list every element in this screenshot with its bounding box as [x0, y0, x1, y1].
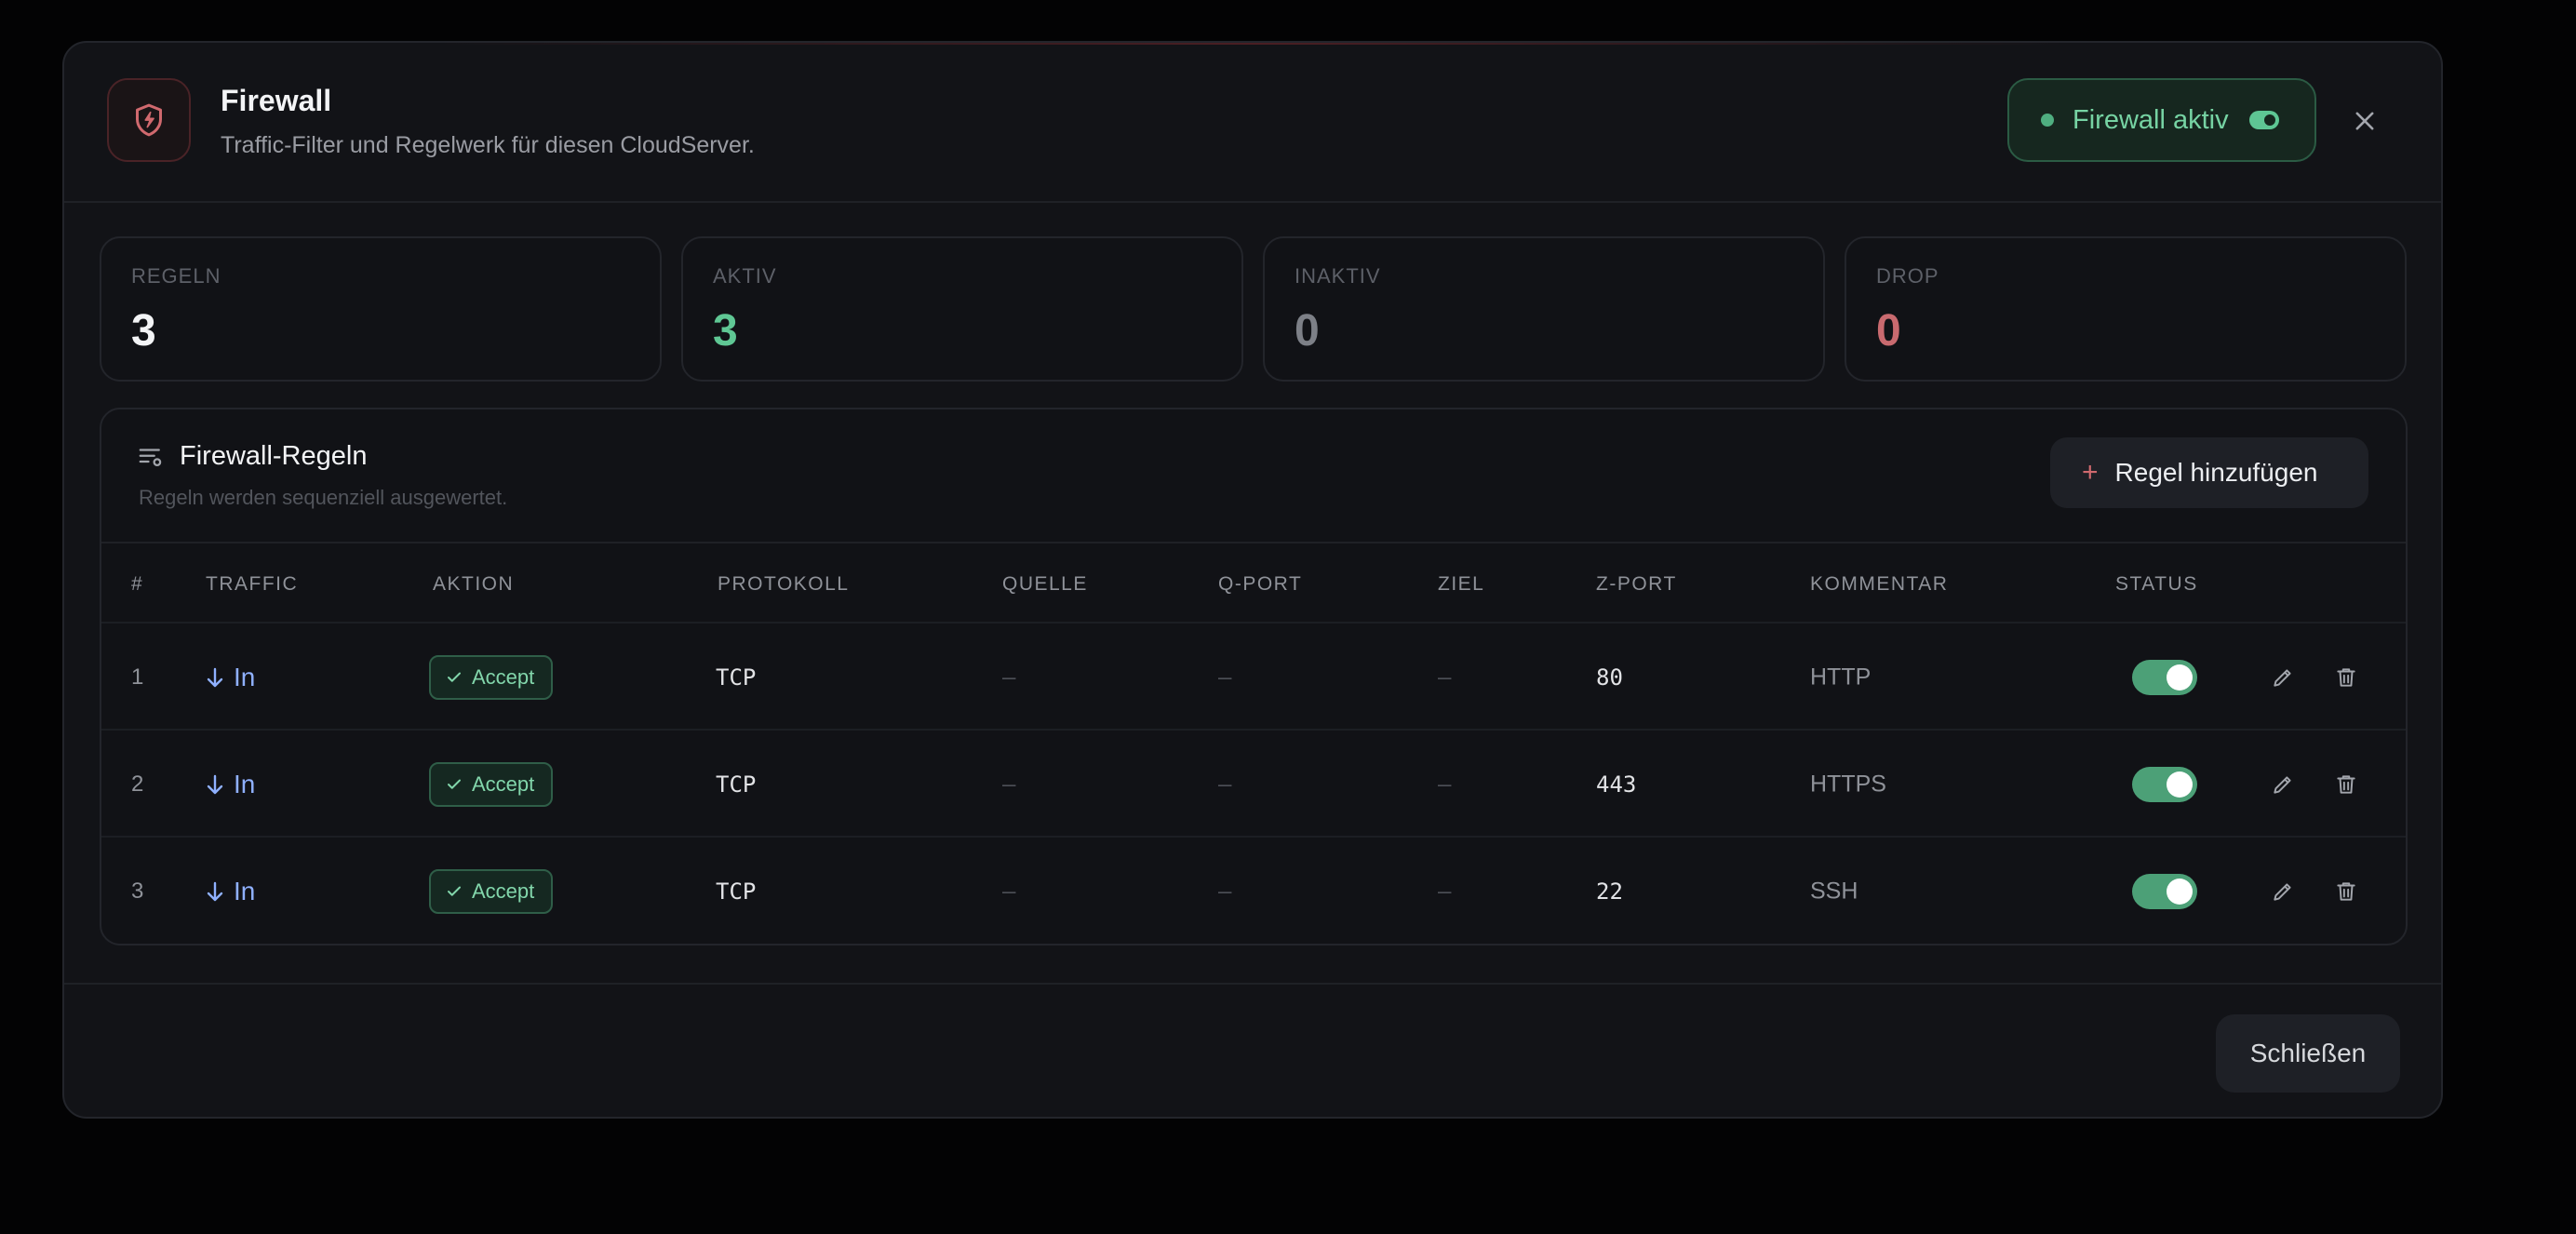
destination-cell: – — [1438, 771, 1452, 798]
rule-number: 2 — [131, 771, 144, 797]
column-header: AKTION — [433, 573, 515, 595]
column-header: ZIEL — [1438, 573, 1485, 595]
toggle-icon — [2248, 111, 2279, 129]
action-label: Accept — [472, 664, 535, 689]
traffic-label: In — [234, 769, 256, 798]
add-rule-label: Regel hinzufügen — [2114, 458, 2318, 487]
rule-status-toggle[interactable] — [2132, 873, 2197, 909]
trash-icon[interactable] — [2329, 768, 2363, 801]
dialog-title: Firewall — [221, 84, 332, 117]
table-row: 1 In Accept TCP – – – 80 HTTP — [101, 622, 2406, 731]
table-row: 2 In Accept TCP – – – 443 HTTPS — [101, 729, 2406, 838]
column-header: STATUS — [2115, 573, 2198, 595]
source-port-cell: – — [1218, 771, 1232, 798]
panel-subtitle: Regeln werden sequenziell ausgewertet. — [139, 486, 508, 509]
comment-cell: HTTP — [1810, 664, 1872, 690]
traffic-cell: In — [206, 877, 255, 906]
rule-status-toggle[interactable] — [2132, 766, 2197, 802]
firewall-rules-panel: Firewall-Regeln Regeln werden sequenziel… — [100, 408, 2408, 946]
column-header: PROTOKOLL — [718, 573, 850, 595]
stat-label: DROP — [1876, 264, 1939, 288]
destination-cell: – — [1438, 878, 1452, 905]
action-label: Accept — [472, 879, 535, 903]
action-label: Accept — [472, 771, 535, 796]
check-icon — [448, 886, 461, 896]
source-port-cell: – — [1218, 878, 1232, 905]
rule-number: 1 — [131, 664, 144, 690]
column-header: TRAFFIC — [206, 573, 299, 595]
dest-port-cell: 443 — [1596, 771, 1637, 798]
pencil-icon[interactable] — [2266, 661, 2300, 694]
column-header: Z-PORT — [1596, 573, 1677, 595]
column-header: KOMMENTAR — [1810, 573, 1949, 595]
dialog-header: Firewall Traffic-Filter und Regelwerk fü… — [64, 43, 2441, 203]
trash-icon[interactable] — [2329, 661, 2363, 694]
close-icon[interactable] — [2344, 101, 2385, 141]
traffic-label: In — [234, 662, 256, 691]
check-icon — [448, 779, 461, 789]
arrow-down-icon — [207, 881, 223, 901]
stat-card-drop: DROP 0 — [1845, 236, 2407, 382]
stat-label: AKTIV — [713, 264, 777, 288]
panel-title: Firewall-Regeln — [180, 441, 368, 471]
action-badge: Accept — [429, 868, 554, 914]
add-rule-button[interactable]: + Regel hinzufügen — [2050, 437, 2368, 508]
dialog-footer: Schließen — [64, 983, 2441, 1117]
plus-icon: + — [2082, 457, 2099, 488]
arrow-down-icon — [207, 774, 223, 794]
traffic-cell: In — [206, 770, 255, 799]
check-icon — [448, 672, 461, 682]
traffic-label: In — [234, 876, 256, 905]
dialog-subtitle: Traffic-Filter und Regelwerk für diesen … — [221, 132, 755, 158]
panel-header: Firewall-Regeln Regeln werden sequenziel… — [101, 409, 2406, 543]
column-header: QUELLE — [1002, 573, 1088, 595]
rule-status-toggle[interactable] — [2132, 659, 2197, 695]
pencil-icon[interactable] — [2266, 768, 2300, 801]
rule-number: 3 — [131, 878, 144, 904]
protocol-cell: TCP — [716, 664, 757, 691]
stat-card-rules: REGELN 3 — [100, 236, 662, 382]
stat-value: 0 — [1295, 306, 1320, 355]
pencil-icon[interactable] — [2266, 875, 2300, 908]
action-badge: Accept — [429, 761, 554, 807]
shield-bolt-icon — [107, 78, 191, 162]
traffic-cell: In — [206, 663, 255, 692]
firewall-status-toggle[interactable]: Firewall aktiv — [2007, 78, 2316, 162]
stat-value: 3 — [131, 306, 156, 355]
source-cell: – — [1002, 878, 1016, 905]
comment-cell: SSH — [1810, 878, 1858, 904]
protocol-cell: TCP — [716, 878, 757, 905]
close-button[interactable]: Schließen — [2216, 1014, 2400, 1093]
arrow-down-icon — [207, 667, 223, 687]
source-port-cell: – — [1218, 664, 1232, 691]
list-settings-icon — [137, 443, 165, 471]
table-row: 3 In Accept TCP – – – 22 SSH — [101, 836, 2406, 945]
protocol-cell: TCP — [716, 771, 757, 798]
firewall-dialog: Firewall Traffic-Filter und Regelwerk fü… — [62, 41, 2443, 1119]
stat-label: REGELN — [131, 264, 221, 288]
stat-value: 3 — [713, 306, 738, 355]
dest-port-cell: 80 — [1596, 664, 1623, 691]
destination-cell: – — [1438, 664, 1452, 691]
dest-port-cell: 22 — [1596, 878, 1623, 905]
stat-value: 0 — [1876, 306, 1901, 355]
firewall-status-label: Firewall aktiv — [2073, 104, 2229, 135]
trash-icon[interactable] — [2329, 875, 2363, 908]
source-cell: – — [1002, 664, 1016, 691]
column-header: Q-PORT — [1218, 573, 1303, 595]
action-badge: Accept — [429, 654, 554, 700]
comment-cell: HTTPS — [1810, 771, 1886, 797]
stat-card-inactive: INAKTIV 0 — [1263, 236, 1825, 382]
source-cell: – — [1002, 771, 1016, 798]
stat-card-active: AKTIV 3 — [681, 236, 1243, 382]
status-dot — [2041, 114, 2054, 127]
stat-label: INAKTIV — [1295, 264, 1381, 288]
column-header: # — [131, 573, 144, 595]
